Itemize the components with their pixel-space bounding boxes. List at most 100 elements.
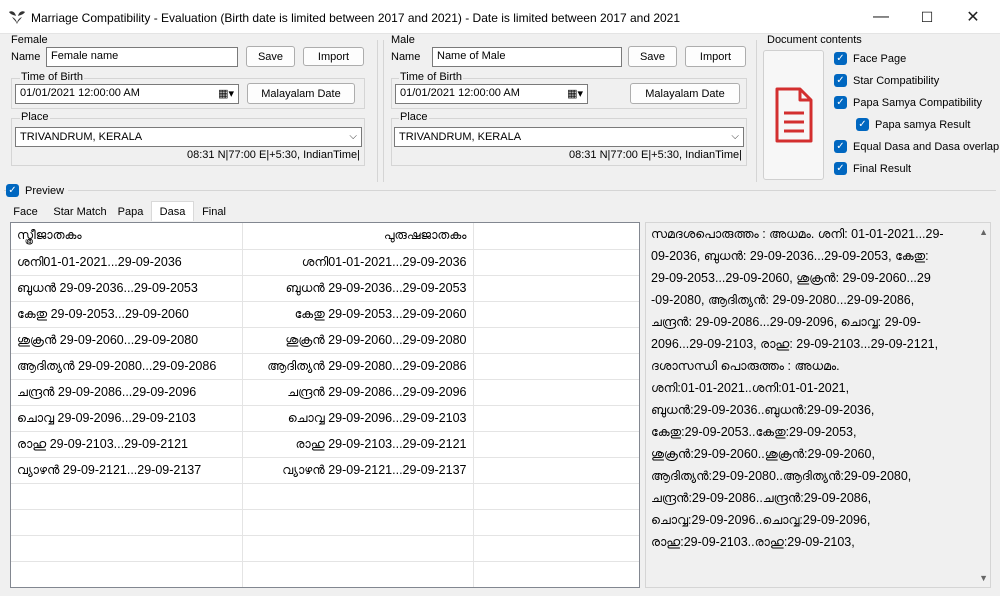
report-text-area[interactable]: സമദശപൊരുത്തം : അധമം. ശനി: 01-01-2021...2…: [645, 222, 991, 588]
report-line: 29-09-2053...29-09-2060, ശുക്രൻ: 29-09-2…: [651, 271, 931, 285]
table-cell-empty: [11, 561, 243, 587]
doc-item-label: Star Compatibility: [853, 74, 940, 87]
table-cell-empty: [242, 509, 474, 536]
doc-item-label: Papa Samya Compatibility: [853, 96, 983, 109]
doc-item-label: Face Page: [853, 52, 907, 65]
table-cell-empty: [473, 301, 639, 328]
chevron-down-icon[interactable]: ⌵: [349, 131, 357, 142]
table-row[interactable]: ചന്ദ്രൻ 29-09-2086...29-09-2096 ചന്ദ്രൻ 2…: [11, 379, 639, 406]
checkbox-checked-icon[interactable]: ✓: [834, 74, 847, 87]
checkbox-checked-icon[interactable]: ✓: [856, 118, 869, 131]
report-line: ബുധൻ:29-09-2036..ബുധൻ:29-09-2036,: [651, 403, 875, 417]
report-line: രാഹു:29-09-2103..രാഹു:29-09-2103,: [651, 535, 855, 549]
preview-toggle[interactable]: ✓ Preview: [6, 184, 69, 197]
table-row[interactable]: ശുക്രൻ 29-09-2060...29-09-2080 ശുക്രൻ 29-…: [11, 327, 639, 354]
tab-papa[interactable]: Papa: [113, 203, 148, 221]
table-cell-empty: [473, 379, 639, 406]
male-place-value: TRIVANDRUM, KERALA: [399, 131, 522, 143]
female-import-button[interactable]: Import: [303, 47, 364, 66]
tab-final[interactable]: Final: [196, 203, 232, 221]
column-header-male: പുരുഷജാതകം: [242, 223, 474, 250]
table-cell-empty: [473, 223, 639, 250]
table-cell-empty: [473, 509, 639, 536]
table-row[interactable]: കേതു 29-09-2053...29-09-2060 കേതു 29-09-2…: [11, 301, 639, 328]
checkbox-checked-icon[interactable]: ✓: [6, 184, 19, 197]
female-place-label: Place: [20, 111, 50, 123]
male-import-button[interactable]: Import: [685, 46, 746, 67]
table-cell-empty: [473, 275, 639, 302]
female-dasa-cell: ആദിത്യൻ 29-09-2080...29-09-2086: [11, 353, 243, 380]
doc-item-label: Equal Dasa and Dasa overlap: [853, 140, 1000, 153]
male-malayalam-date-button[interactable]: Malayalam Date: [630, 83, 740, 104]
female-tob-picker[interactable]: 01/01/2021 12:00:00 AM ▦▾: [15, 84, 239, 104]
table-cell-empty: [11, 483, 243, 510]
doc-item-equal-dasa[interactable]: ✓ Equal Dasa and Dasa overlap: [834, 140, 999, 153]
female-save-button[interactable]: Save: [246, 46, 295, 67]
table-cell-empty: [473, 327, 639, 354]
table-row[interactable]: ബുധൻ 29-09-2036...29-09-2053 ബുധൻ 29-09-2…: [11, 275, 639, 302]
male-dasa-cell: ആദിത്യൻ 29-09-2080...29-09-2086: [242, 353, 474, 380]
male-group-label: Male: [391, 34, 415, 46]
table-cell-empty: [473, 587, 639, 588]
calendar-dropdown-icon[interactable]: ▦▾: [218, 87, 234, 100]
female-coords: 08:31 N|77:00 E|+5:30, IndianTime|: [187, 149, 360, 161]
document-icon-button[interactable]: [763, 50, 824, 180]
doc-item-face-page[interactable]: ✓ Face Page: [834, 52, 906, 65]
table-row-empty: [11, 561, 639, 587]
table-row-empty: [11, 587, 639, 588]
minimize-button[interactable]: —: [858, 0, 904, 34]
preview-divider: [4, 190, 996, 191]
male-save-button[interactable]: Save: [628, 46, 677, 67]
female-dasa-cell: ബുധൻ 29-09-2036...29-09-2053: [11, 275, 243, 302]
doc-item-label: Papa samya Result: [875, 118, 971, 131]
table-row-empty: [11, 509, 639, 536]
table-cell-empty: [473, 483, 639, 510]
female-dasa-cell: വ്യാഴൻ 29-09-2121...29-09-2137: [11, 457, 243, 484]
male-dasa-cell: ശുക്രൻ 29-09-2060...29-09-2080: [242, 327, 474, 354]
table-row-empty: [11, 535, 639, 562]
table-header-row: സ്ത്രീജാതകം പുരുഷജാതകം: [11, 223, 639, 250]
document-icon: [775, 87, 813, 143]
column-header-female: സ്ത്രീജാതകം: [11, 223, 243, 250]
table-cell-empty: [473, 457, 639, 484]
checkbox-checked-icon[interactable]: ✓: [834, 140, 847, 153]
table-row[interactable]: ശനി01-01-2021...29-09-2036 ശനി01-01-2021.…: [11, 249, 639, 276]
female-tob-value: 01/01/2021 12:00:00 AM: [20, 87, 140, 99]
calendar-dropdown-icon[interactable]: ▦▾: [567, 87, 583, 100]
report-line: ശുക്രൻ:29-09-2060..ശുക്രൻ:29-09-2060,: [651, 447, 875, 461]
dasa-table[interactable]: സ്ത്രീജാതകം പുരുഷജാതകം ശനി01-01-2021...2…: [10, 222, 640, 588]
table-row[interactable]: രാഹു 29-09-2103...29-09-2121 രാഹു 29-09-2…: [11, 431, 639, 458]
doc-item-star-compatibility[interactable]: ✓ Star Compatibility: [834, 74, 939, 87]
report-line: കേതു:29-09-2053..കേതു:29-09-2053,: [651, 425, 857, 439]
male-name-input[interactable]: Name of Male: [432, 47, 622, 67]
female-name-input[interactable]: Female name: [46, 47, 238, 67]
maximize-button[interactable]: ☐: [904, 0, 950, 34]
male-coords: 08:31 N|77:00 E|+5:30, IndianTime|: [569, 149, 742, 161]
male-tob-picker[interactable]: 01/01/2021 12:00:00 AM ▦▾: [395, 84, 588, 104]
window-title: Marriage Compatibility - Evaluation (Bir…: [31, 11, 681, 25]
scroll-down-icon[interactable]: ▼: [979, 573, 988, 583]
female-place-combo[interactable]: TRIVANDRUM, KERALA ⌵: [15, 127, 362, 147]
checkbox-checked-icon[interactable]: ✓: [834, 162, 847, 175]
close-button[interactable]: ✕: [950, 0, 996, 34]
checkbox-checked-icon[interactable]: ✓: [834, 52, 847, 65]
doc-item-final-result[interactable]: ✓ Final Result: [834, 162, 911, 175]
table-row[interactable]: വ്യാഴൻ 29-09-2121...29-09-2137 വ്യാഴൻ 29-…: [11, 457, 639, 484]
title-bar: Marriage Compatibility - Evaluation (Bir…: [0, 0, 1000, 34]
checkbox-checked-icon[interactable]: ✓: [834, 96, 847, 109]
table-row[interactable]: ആദിത്യൻ 29-09-2080...29-09-2086 ആദിത്യൻ 2…: [11, 353, 639, 380]
report-line: ചൊവ്വ:29-09-2096..ചൊവ്വ:29-09-2096,: [651, 513, 871, 527]
tab-star-match[interactable]: Star Match: [49, 203, 111, 221]
table-cell-empty: [473, 405, 639, 432]
scroll-up-icon[interactable]: ▲: [979, 227, 988, 237]
table-row[interactable]: ചൊവ്വ 29-09-2096...29-09-2103 ചൊവ്വ 29-09…: [11, 405, 639, 432]
doc-item-papa-samya[interactable]: ✓ Papa Samya Compatibility: [834, 96, 982, 109]
male-place-combo[interactable]: TRIVANDRUM, KERALA ⌵: [394, 127, 744, 147]
female-malayalam-date-button[interactable]: Malayalam Date: [247, 83, 355, 104]
tab-dasa[interactable]: Dasa: [151, 201, 194, 221]
doc-item-papa-samya-result[interactable]: ✓ Papa samya Result: [856, 118, 970, 131]
male-name-label: Name: [391, 51, 421, 63]
tab-face[interactable]: Face: [8, 203, 43, 221]
table-cell-empty: [473, 249, 639, 276]
chevron-down-icon[interactable]: ⌵: [731, 131, 739, 142]
